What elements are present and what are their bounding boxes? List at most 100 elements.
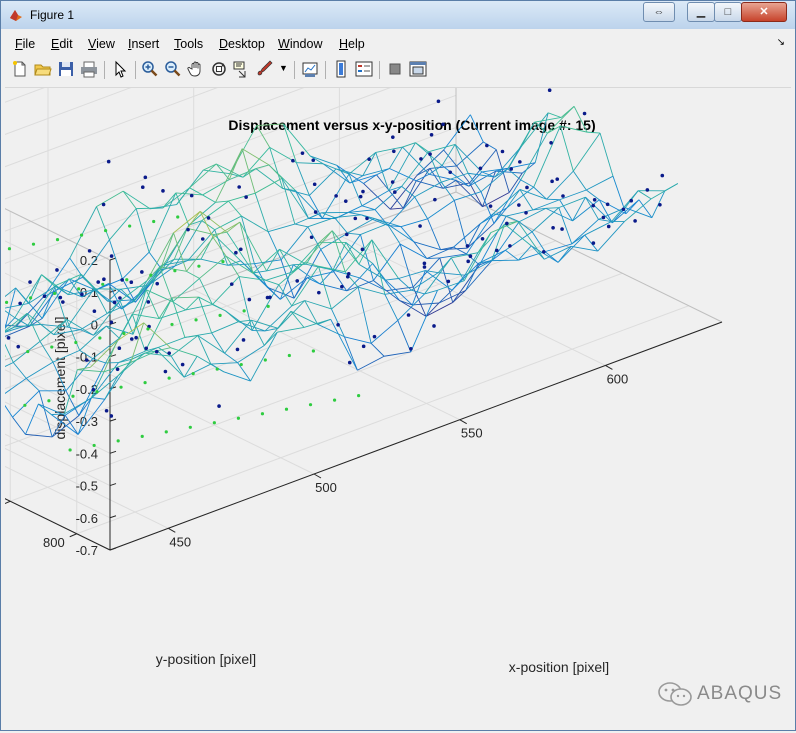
show-plot-tools-icon[interactable] [409,60,427,78]
brush-icon[interactable] [256,60,274,78]
mesh-edge [188,230,215,261]
x-tick-label: 450 [169,534,191,549]
measured-point [230,282,234,286]
measured-point [93,309,97,313]
projection-point [197,265,200,268]
menu-tools[interactable]: Tools [174,37,203,51]
rotate-3d-icon[interactable] [210,60,228,78]
measured-point [155,350,159,354]
close-button[interactable]: ✕ [741,2,787,22]
measured-point [361,190,365,194]
maximize-button[interactable]: □ [714,2,742,22]
pointer-icon[interactable] [111,60,129,78]
pan-icon[interactable] [187,60,205,78]
mesh-edge [318,319,331,324]
projection-point [357,394,360,397]
hide-plot-tools-icon[interactable] [386,60,404,78]
link-plot-icon[interactable] [301,60,319,78]
measured-point [373,335,377,339]
toolbar-separator [379,61,380,79]
minimize-button[interactable]: ▁ [687,2,715,22]
measured-point [592,241,596,245]
mesh-edge [414,242,441,250]
measured-point [113,301,117,305]
projection-point [264,358,267,361]
menu-insert[interactable]: Insert [128,37,159,51]
mesh-edge [318,324,345,336]
insert-legend-icon[interactable] [355,60,373,78]
menu-help[interactable]: Help [339,37,365,51]
measured-point [102,203,106,207]
projection-point [288,354,291,357]
mesh-edge [123,191,136,208]
x-tick-label: 500 [315,480,337,495]
mesh-edge [572,235,585,244]
projection-point [216,367,219,370]
mesh-edge [118,353,145,376]
projection-point [80,234,83,237]
mesh-edge [251,332,278,381]
mesh-edge [226,256,239,276]
measured-point [346,275,350,279]
measured-point [16,345,20,349]
menu-edit[interactable]: Edit [51,37,73,51]
z-tick [110,419,116,421]
measured-point [186,228,190,232]
mesh-edge [13,417,26,434]
projection-point [165,430,168,433]
y-tick [70,534,77,537]
mesh-edge [547,199,560,200]
measured-point [481,237,485,241]
measured-point [466,244,470,248]
toolbar-separator [294,61,295,79]
projection-point [74,341,77,344]
measured-point [55,268,59,272]
mesh-edge [335,215,362,218]
restore-arrows-button[interactable]: ⇔ [643,2,675,22]
measured-point [365,217,369,221]
projection-point [309,403,312,406]
mesh-edge [227,232,254,273]
mesh-edge [281,227,308,260]
new-figure-icon[interactable] [11,60,29,78]
data-cursor-icon[interactable] [233,60,251,78]
measured-point [92,388,96,392]
measured-point [392,149,396,153]
measured-point [409,347,413,351]
insert-colorbar-icon[interactable] [332,60,350,78]
mesh-edge [558,246,571,262]
mesh-edge [464,233,491,281]
mesh-edge [215,216,242,230]
mesh-edge [478,233,491,253]
mesh-edge [25,404,38,434]
brush-dropdown-arrow-icon[interactable]: ▼ [279,63,288,73]
save-icon[interactable] [57,60,75,78]
measured-point [155,282,159,286]
mesh-edge [119,351,146,362]
zoom-out-icon[interactable] [164,60,182,78]
zoom-in-icon[interactable] [141,60,159,78]
dock-arrow-icon[interactable]: ↘ [777,37,785,48]
measured-point [419,157,423,161]
projection-point [117,439,120,442]
mesh-edge [344,337,357,370]
z-tick-label: -0.6 [76,511,98,526]
print-icon[interactable] [80,60,98,78]
projection-point [32,243,35,246]
measured-point [120,278,124,282]
mesh-edge [547,171,574,199]
measured-point [340,285,344,289]
mesh-edge [67,327,80,330]
menu-file[interactable]: File [15,37,35,51]
menu-desktop[interactable]: Desktop [219,37,265,51]
measured-point [508,244,512,248]
double-arrow-icon: ⇔ [654,6,665,18]
surface-plot[interactable]: 4505005506002004006008000.20.10-0.1-0.2-… [5,88,791,728]
mesh-edge [349,174,362,206]
measured-point [237,185,241,189]
open-file-icon[interactable] [34,60,52,78]
menu-view[interactable]: View [88,37,115,51]
measured-point [314,210,318,214]
measured-point [105,409,109,413]
menu-window[interactable]: Window [278,37,322,51]
